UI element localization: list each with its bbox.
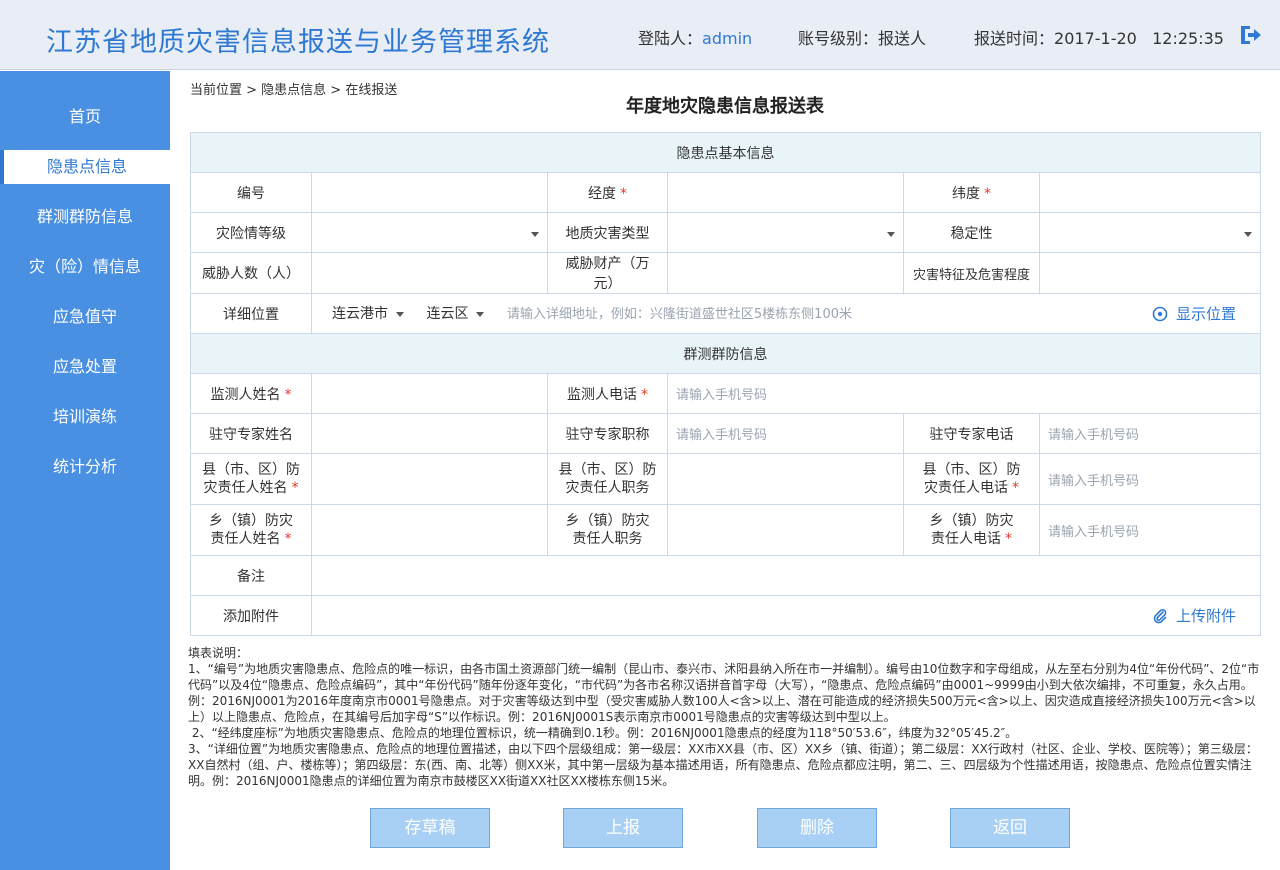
account-level-info: 账号级别：报送人 [798,25,926,49]
chevron-down-icon [887,231,895,237]
detail-location-label: 详细位置 [190,293,312,334]
page-title: 年度地灾隐患信息报送表 [626,96,824,117]
monitor-phone-input[interactable]: 请输入手机号码 [666,373,1262,414]
county-officer-name-input[interactable] [311,453,548,505]
stability-label: 稳定性 [903,212,1040,253]
county-officer-duty-input[interactable] [667,453,904,505]
report-time-label: 报送时间： [974,29,1055,48]
town-officer-name-label: 乡（镇）防灾 责任人姓名 * [190,504,312,556]
back-button[interactable]: 返回 [950,808,1070,848]
longitude-input[interactable] [667,172,904,213]
number-label: 编号 [190,172,312,213]
section-basic-info: 隐患点基本信息 [189,132,1262,173]
hazard-type-select[interactable] [667,212,904,253]
monitor-phone-label: 监测人电话 * [547,373,668,414]
latitude-label: 纬度 * [903,172,1040,213]
remark-input[interactable] [310,555,1262,596]
district-select[interactable]: 连云区 [426,303,485,323]
delete-button[interactable]: 删除 [757,808,877,848]
account-level-value: 报送人 [878,29,927,48]
login-user-label: 登陆人： [638,29,703,48]
town-officer-phone-label: 乡（镇）防灾 责任人电话 * [903,504,1040,556]
sidebar-item-home[interactable]: 首页 [0,100,170,134]
chevron-down-icon [531,231,539,237]
sidebar-item-statistics[interactable]: 统计分析 [0,450,170,484]
threatened-property-label: 威胁财产（万元） [547,252,668,294]
longitude-label: 经度 * [547,172,668,213]
number-input[interactable] [311,172,548,213]
expert-name-label: 驻守专家姓名 [190,413,312,454]
upload-attachment-button[interactable]: 上传附件 [1152,605,1236,626]
danger-level-select[interactable] [311,212,548,253]
section-mass-prevention: 群测群防信息 [189,333,1262,374]
county-officer-duty-label: 县（市、区）防 灾责任人职务 [547,453,668,505]
expert-title-input[interactable]: 请输入手机号码 [667,413,904,454]
locate-icon [1152,306,1168,321]
town-officer-duty-label: 乡（镇）防灾 责任人职务 [547,504,668,556]
county-officer-phone-input[interactable]: 请输入手机号码 [1038,453,1262,505]
instructions-item-2: 2、“经纬度座标”为地质灾害隐患点、危险点的地理位置标识，统一精确到0.1秒。例… [188,726,1018,740]
save-draft-button[interactable]: 存草稿 [370,808,490,848]
county-officer-name-label: 县（市、区）防 灾责任人姓名 * [190,453,312,505]
detail-location-field: 连云港市 连云区 请输入详细地址，例如：兴隆街道盛世社区5楼栋东侧100米 显示… [310,293,1262,334]
remark-label: 备注 [190,555,312,596]
instructions-item-1: 1、“编号”为地质灾害隐患点、危险点的唯一标识，由各市国土资源部门统一编制（昆山… [188,662,1260,724]
report-form-table: 隐患点基本信息 编号 经度 * 纬度 * 灾险情等级 地质灾害类型 稳定性 威胁人数… [189,132,1262,636]
hazard-feature-input[interactable] [1038,252,1262,294]
report-time-value: 2017-1-20 12:25:35 [1054,29,1224,48]
danger-level-label: 灾险情等级 [190,212,312,253]
login-user-info: 登陆人：admin [638,25,752,49]
threatened-people-label: 威胁人数（人） [190,252,312,294]
attachment-label: 添加附件 [190,595,312,636]
address-input[interactable]: 请输入详细地址，例如：兴隆街道盛世社区5楼栋东侧100米 [507,307,852,322]
attachment-field: 上传附件 [310,595,1262,636]
sidebar-item-emergency-duty[interactable]: 应急值守 [0,300,170,334]
county-officer-phone-label: 县（市、区）防 灾责任人电话 * [903,453,1040,505]
paperclip-icon [1153,608,1167,623]
threatened-property-input[interactable] [667,252,904,294]
sidebar-item-disaster-info[interactable]: 灾（险）情信息 [0,250,170,284]
town-officer-name-input[interactable] [311,504,548,556]
instructions-item-3: 3、“详细位置”为地质灾害隐患点、危险点的地理位置描述，由以下四个层级组成：第一… [188,742,1258,788]
sidebar-item-hazard-info[interactable]: 隐患点信息 [0,150,170,184]
sidebar-item-mass-prevention[interactable]: 群测群防信息 [0,200,170,234]
app-header: 江苏省地质灾害信息报送与业务管理系统 登陆人：admin 账号级别：报送人 报送… [0,0,1280,70]
show-location-button[interactable]: 显示位置 [1152,303,1236,324]
expert-name-input[interactable] [311,413,548,454]
expert-phone-input[interactable]: 请输入手机号码 [1038,413,1262,454]
login-user-value: admin [702,29,753,48]
monitor-name-input[interactable] [311,373,548,414]
submit-button[interactable]: 上报 [563,808,683,848]
threatened-people-input[interactable] [311,252,548,294]
chevron-down-icon [396,311,404,317]
town-officer-duty-input[interactable] [667,504,904,556]
stability-select[interactable] [1038,212,1262,253]
hazard-type-label: 地质灾害类型 [547,212,668,253]
app-title: 江苏省地质灾害信息报送与业务管理系统 [46,27,550,58]
logout-icon[interactable] [1240,24,1262,46]
chevron-down-icon [1244,231,1253,237]
chevron-down-icon [476,311,485,317]
expert-title-label: 驻守专家职称 [547,413,668,454]
account-level-label: 账号级别： [798,29,879,48]
report-time-info: 报送时间：2017-1-20 12:25:35 [974,25,1224,49]
form-instructions: 填表说明： 1、“编号”为地质灾害隐患点、危险点的唯一标识，由各市国土资源部门统… [188,645,1262,789]
sidebar-item-training[interactable]: 培训演练 [0,400,170,434]
town-officer-phone-input[interactable]: 请输入手机号码 [1038,504,1262,556]
expert-phone-label: 驻守专家电话 [903,413,1040,454]
monitor-name-label: 监测人姓名 * [190,373,312,414]
sidebar-item-emergency-response[interactable]: 应急处置 [0,350,170,384]
instructions-title: 填表说明： [188,646,249,660]
city-select[interactable]: 连云港市 [332,303,404,323]
sidebar: 首页 隐患点信息 群测群防信息 灾（险）情信息 应急值守 应急处置 培训演练 统… [0,71,170,870]
latitude-input[interactable] [1038,172,1262,213]
hazard-feature-label: 灾害特征及危害程度 [903,252,1040,294]
